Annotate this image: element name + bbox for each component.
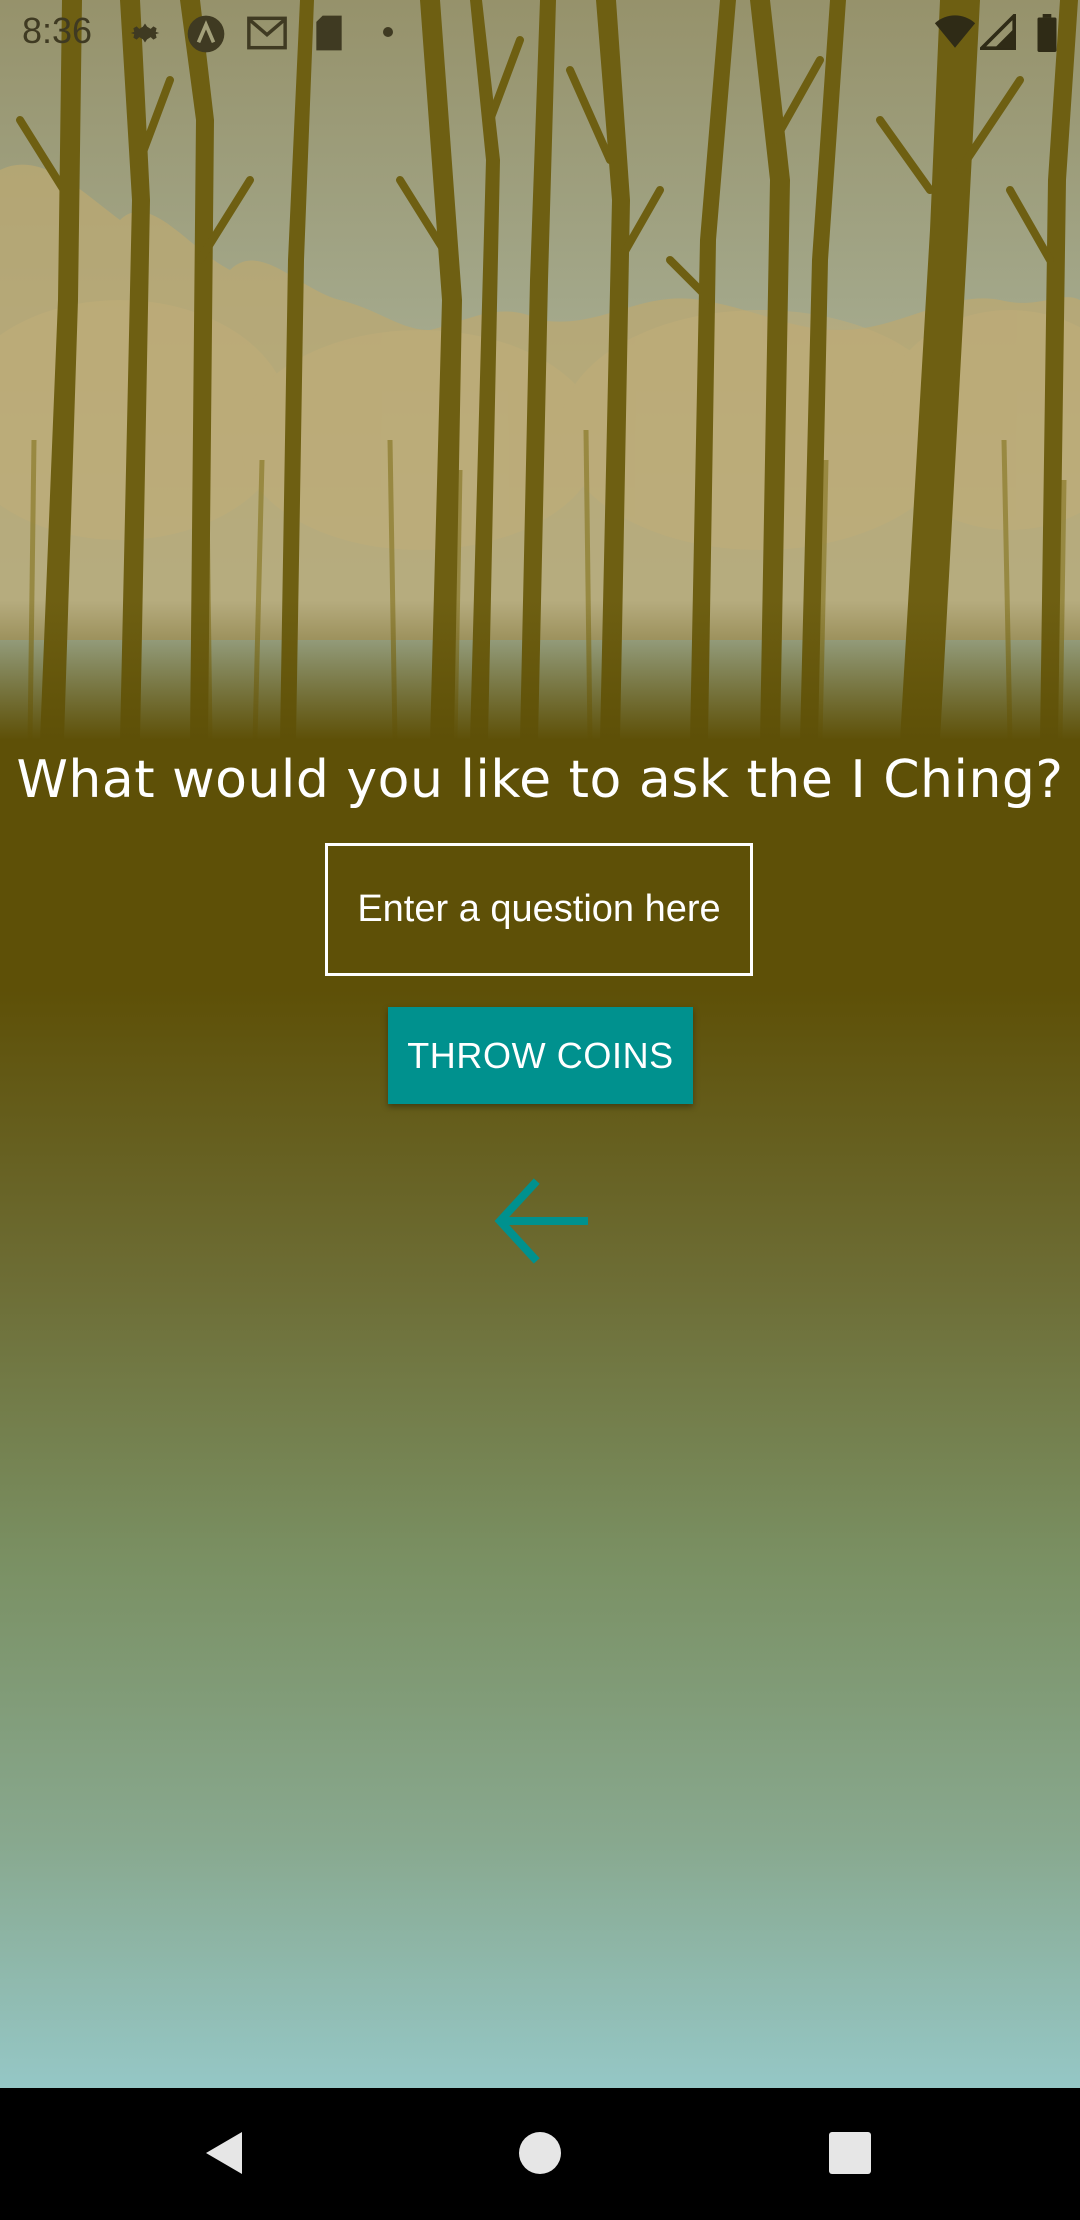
status-bar: 8:36 [0,0,1080,66]
app-screen: 8:36 What would you like to ask the I Ch… [0,0,1080,2220]
system-nav-bar [0,2088,1080,2220]
back-triangle-icon[interactable] [182,2108,272,2198]
wifi-icon [934,15,976,48]
home-circle-icon[interactable] [495,2108,585,2198]
arrow-left-icon[interactable] [494,1176,588,1266]
a-badge-icon [187,15,225,53]
question-input[interactable] [328,846,750,973]
gmail-icon [247,16,287,50]
dot-icon [383,27,393,37]
status-time: 8:36 [22,10,93,51]
question-field[interactable] [325,843,753,976]
cell-signal-icon [980,14,1016,50]
throw-coins-button[interactable]: THROW COINS [388,1007,693,1104]
gear-icon [130,23,160,43]
battery-icon [1037,14,1057,52]
forest-illustration [0,0,1080,740]
prompt-title: What would you like to ask the I Ching? [16,750,1064,810]
recents-square-icon[interactable] [805,2108,895,2198]
sd-card-icon [316,15,342,51]
